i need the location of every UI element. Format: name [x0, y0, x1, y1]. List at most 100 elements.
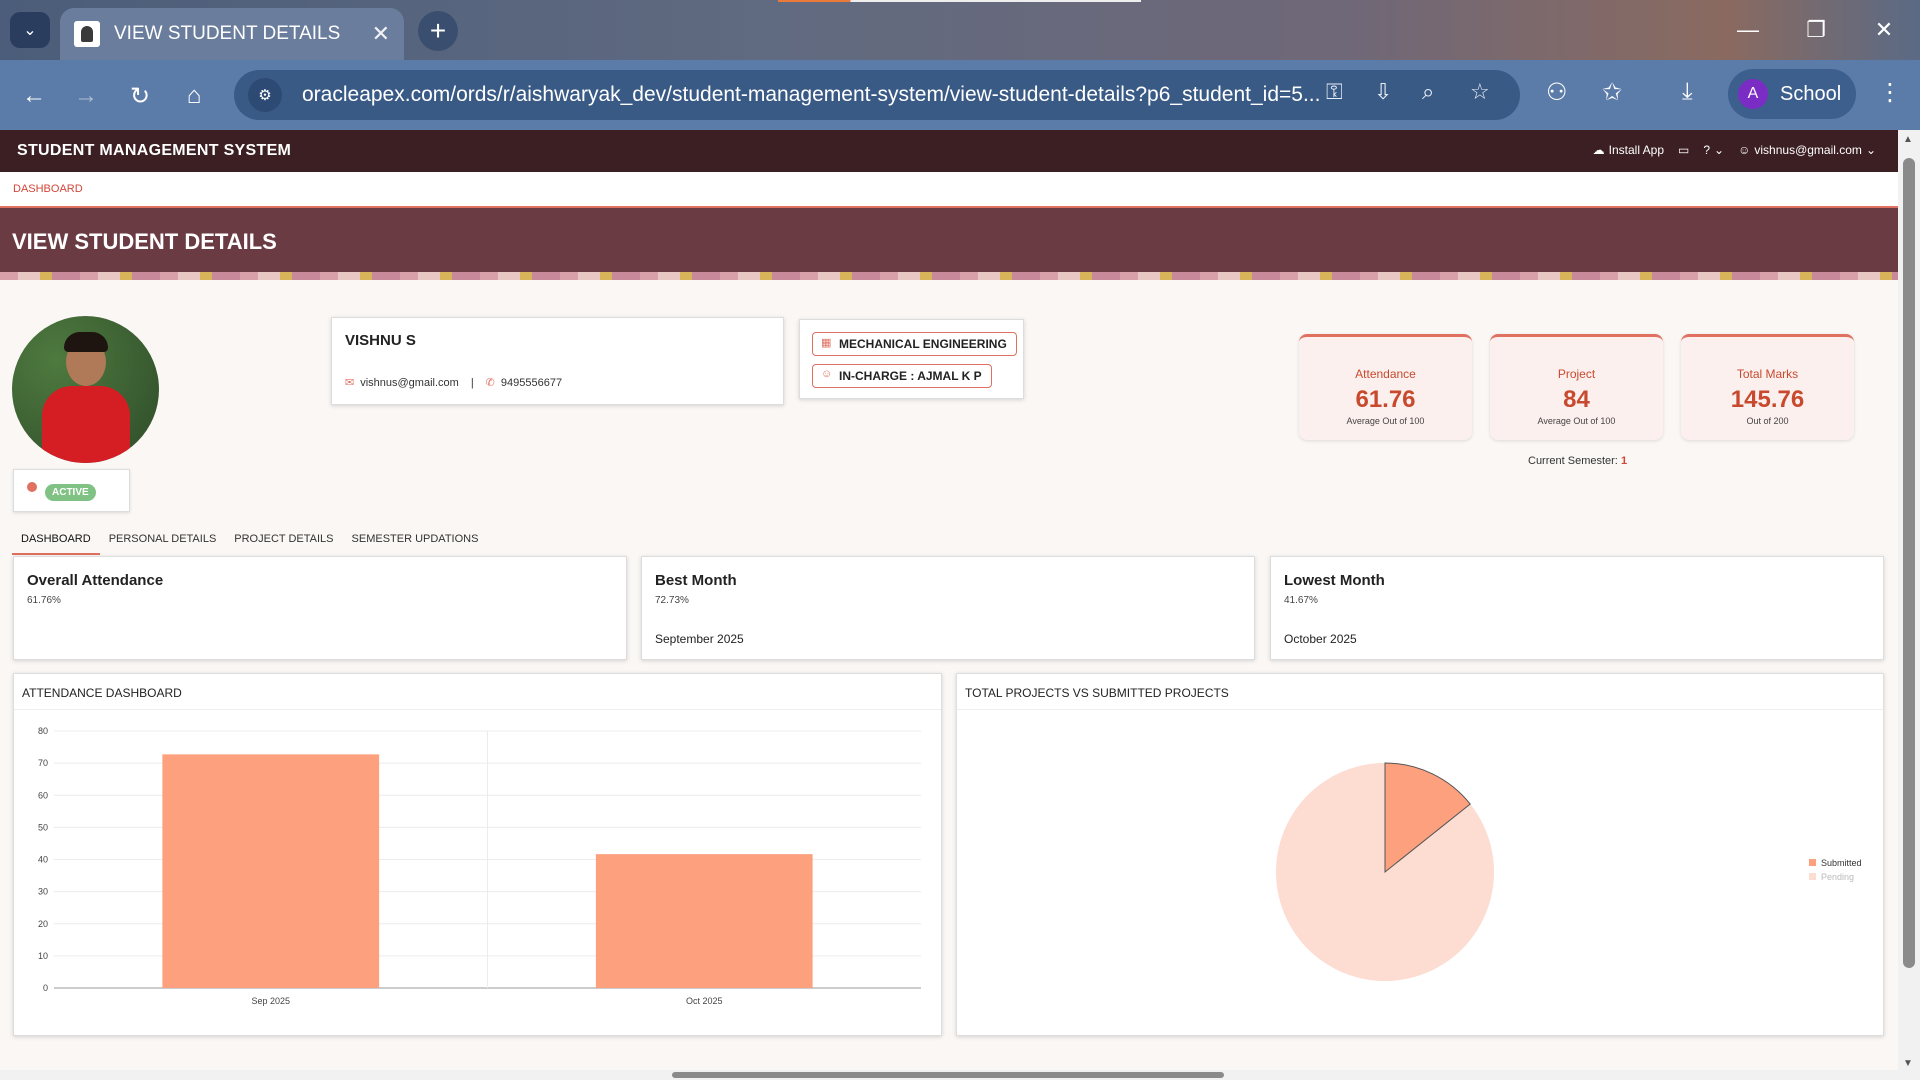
reload-icon[interactable]: ↻ — [120, 76, 160, 116]
vertical-scrollbar[interactable]: ▲ ▼ — [1898, 130, 1920, 1080]
scroll-down-icon[interactable]: ▼ — [1903, 1058, 1913, 1069]
app-header: STUDENT MANAGEMENT SYSTEM ☁ Install App ▭… — [0, 130, 1898, 172]
site-info-icon[interactable]: ⚙ — [248, 78, 282, 112]
user-menu[interactable]: ☺ vishnus@gmail.com ⌄ — [1738, 143, 1876, 157]
scroll-thumb[interactable] — [672, 1072, 1224, 1078]
student-name: VISHNU S — [345, 332, 416, 349]
help-icon: ? — [1703, 143, 1711, 157]
browser-tab-strip: ⌄ VIEW STUDENT DETAILS ✕ + — ❐ ✕ — [0, 0, 1920, 60]
horizontal-scrollbar[interactable] — [0, 1070, 1898, 1080]
tab-personal-details[interactable]: PERSONAL DETAILS — [100, 530, 226, 555]
page-title: VIEW STUDENT DETAILS — [12, 229, 277, 254]
semester-value: 1 — [1620, 455, 1628, 467]
y-tick-label: 0 — [43, 983, 48, 993]
attendance-dashboard-panel: ATTENDANCE DASHBOARD 0 10 20 30 40 50 60 70 80 Se… — [13, 673, 942, 1036]
minimize-icon[interactable]: — — [1720, 10, 1776, 50]
profile-name: School — [1780, 82, 1842, 105]
kpi-title: Overall Attendance — [27, 572, 164, 589]
restore-icon[interactable]: ❐ — [1788, 10, 1844, 50]
url-text[interactable]: oracleapex.com/ords/r/aishwaryak_dev/stu… — [302, 83, 1332, 107]
info-icon — [27, 482, 37, 492]
legend-label[interactable]: Submitted — [1821, 858, 1862, 868]
projects-panel: TOTAL PROJECTS VS SUBMITTED PROJECTS Sub… — [956, 673, 1884, 1036]
stat-value: 145.76 — [1730, 386, 1805, 413]
user-icon: ☺ — [1738, 143, 1751, 157]
close-tab-icon[interactable]: ✕ — [372, 21, 390, 47]
loading-strip — [778, 0, 1141, 2]
close-window-icon[interactable]: ✕ — [1856, 10, 1912, 50]
department-card: ▦ MECHANICAL ENGINEERING ☺ IN-CHARGE : A… — [799, 319, 1024, 399]
back-icon[interactable]: ← — [14, 76, 54, 116]
install-app-link[interactable]: ☁ Install App — [1593, 143, 1664, 157]
incognito-icon[interactable]: ⚇ — [1546, 78, 1568, 107]
x-tick-label: Sep 2025 — [251, 996, 290, 1006]
y-tick-label: 10 — [38, 951, 48, 961]
kpi-percent: 61.76% — [27, 595, 61, 606]
y-tick-label: 70 — [38, 758, 48, 768]
favorites-icon[interactable]: ✩ — [1602, 78, 1622, 107]
stat-sub: Average Out of 100 — [1346, 416, 1425, 426]
stat-label: Attendance — [1355, 367, 1416, 381]
bar[interactable] — [162, 754, 380, 988]
chevron-down-icon: ⌄ — [1714, 143, 1725, 157]
breadcrumb-dashboard-link[interactable]: DASHBOARD — [13, 183, 83, 195]
zoom-icon[interactable]: ⌕ — [1422, 79, 1434, 105]
help-menu[interactable]: ? ⌄ — [1703, 143, 1724, 157]
kpi-title: Lowest Month — [1284, 572, 1385, 589]
feedback-icon[interactable]: ▭ — [1678, 143, 1689, 157]
legend-swatch — [1809, 873, 1816, 880]
phone-icon: ✆ — [485, 377, 495, 389]
tab-semester-updations[interactable]: SEMESTER UPDATIONS — [343, 530, 488, 555]
stat-value: 61.76 — [1355, 386, 1416, 413]
kpi-title: Best Month — [655, 572, 737, 589]
panel-title: ATTENDANCE DASHBOARD — [14, 674, 941, 710]
menu-icon[interactable]: ⋮ — [1878, 78, 1902, 107]
stat-label: Total Marks — [1736, 367, 1799, 381]
browser-tab[interactable]: VIEW STUDENT DETAILS ✕ — [60, 8, 404, 60]
cloud-icon: ☁ — [1592, 143, 1605, 157]
scroll-up-icon[interactable]: ▲ — [1903, 134, 1913, 145]
tab-dashboard[interactable]: DASHBOARD — [12, 530, 100, 555]
chevron-down-icon: ⌄ — [1865, 143, 1876, 157]
status-card: ACTIVE — [13, 469, 130, 512]
student-phone: 9495556677 — [500, 376, 563, 389]
key-icon[interactable]: ⚿ — [1326, 79, 1343, 105]
y-tick-label: 80 — [38, 726, 48, 736]
address-bar[interactable]: ⚙ oracleapex.com/ords/r/aishwaryak_dev/s… — [234, 70, 1520, 120]
profile-button[interactable]: A School — [1728, 69, 1856, 119]
y-tick-label: 30 — [38, 887, 48, 897]
person-icon: ☺ — [821, 368, 833, 380]
incharge-label: IN-CHARGE : AJMAL K P — [839, 369, 982, 383]
mail-icon: ✉ — [345, 377, 355, 389]
attendance-bar-chart: 0 10 20 30 40 50 60 70 80 Sep 2025 Oct 2025 — [38, 726, 921, 1006]
y-tick-label: 50 — [38, 822, 48, 832]
user-email: vishnus@gmail.com — [1754, 143, 1862, 157]
page-hero: VIEW STUDENT DETAILS — [0, 208, 1898, 280]
department-label: MECHANICAL ENGINEERING — [839, 337, 1007, 351]
building-icon: ▦ — [821, 337, 832, 349]
browser-toolbar: ← → ↻ ⌂ ⚙ oracleapex.com/ords/r/aishwary… — [0, 60, 1920, 130]
stat-sub: Average Out of 100 — [1537, 416, 1616, 426]
overall-attendance-card: Overall Attendance 61.76% — [13, 556, 627, 660]
bar[interactable] — [595, 854, 813, 988]
project-stat-card: Project 84 Average Out of 100 — [1490, 334, 1663, 440]
home-icon[interactable]: ⌂ — [174, 76, 214, 116]
kpi-percent: 41.67% — [1284, 595, 1318, 606]
photo-hair — [64, 332, 108, 352]
install-icon[interactable]: ⇩ — [1374, 79, 1392, 105]
forward-icon[interactable]: → — [66, 76, 106, 116]
scroll-thumb[interactable] — [1903, 158, 1915, 968]
tab-search-chevron-icon[interactable]: ⌄ — [10, 12, 50, 48]
contact-separator: | — [470, 376, 474, 389]
student-photo — [12, 316, 159, 463]
new-tab-button[interactable]: + — [418, 11, 458, 51]
tab-project-details[interactable]: PROJECT DETAILS — [225, 530, 342, 555]
legend-swatch — [1809, 859, 1816, 866]
app-title[interactable]: STUDENT MANAGEMENT SYSTEM — [17, 142, 291, 160]
downloads-icon[interactable]: ⤓ — [1682, 78, 1693, 106]
projects-pie-chart: Submitted Pending — [1276, 762, 1862, 981]
bookmark-star-icon[interactable]: ☆ — [1470, 79, 1490, 105]
favicon-icon — [74, 21, 100, 47]
y-tick-label: 20 — [38, 919, 48, 929]
legend-label[interactable]: Pending — [1821, 872, 1854, 882]
